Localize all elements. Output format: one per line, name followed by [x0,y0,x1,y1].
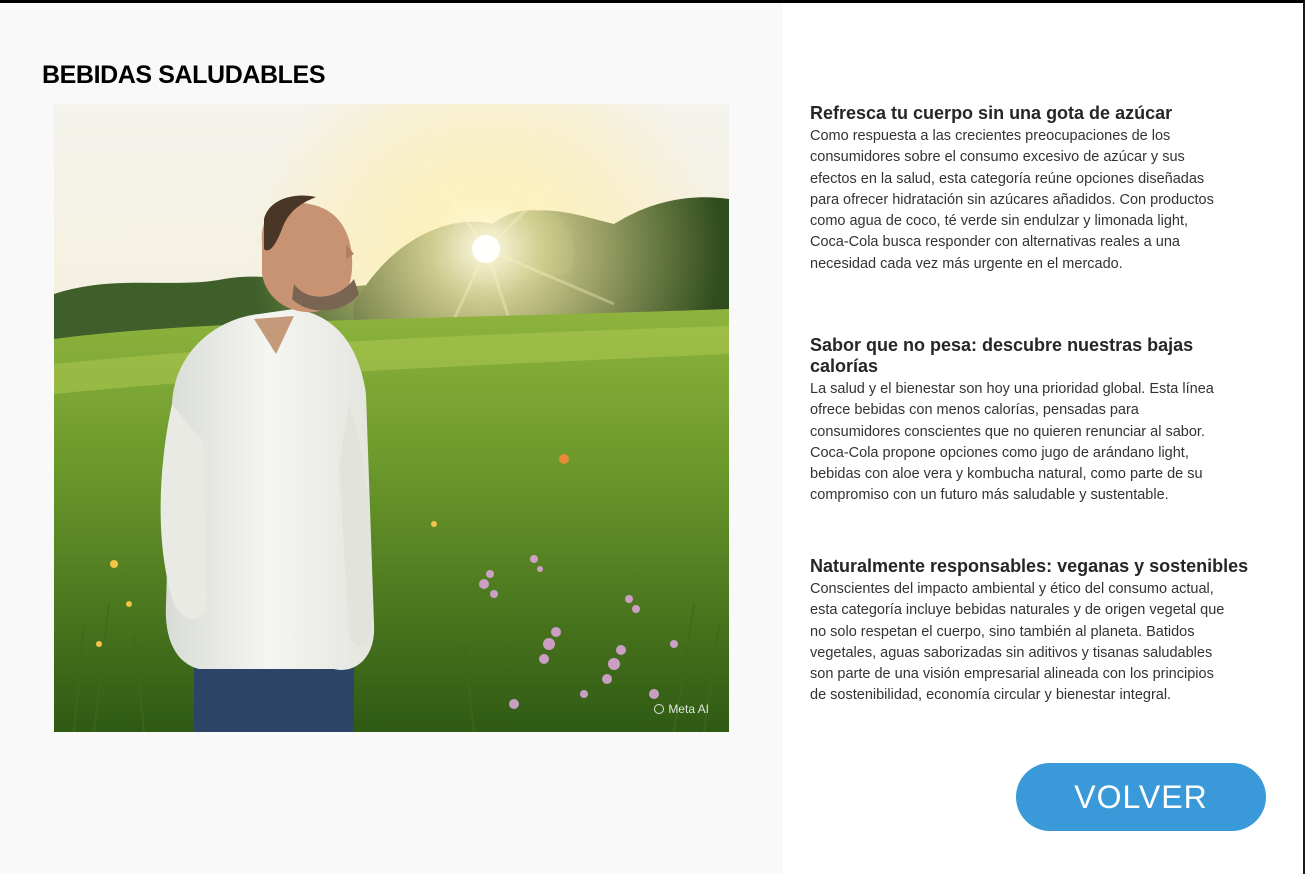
section-heading: Sabor que no pesa: descubre nuestras baj… [810,335,1194,376]
section-sin-azucar: Refresca tu cuerpo sin una gota de azúca… [810,103,1265,275]
meadow-photo [54,104,729,732]
hero-image: Meta AI [54,104,729,732]
meta-ai-icon [654,704,665,714]
section-body: Como respuesta a las crecientes preocupa… [810,128,1214,272]
section-body: Conscientes del impacto ambiental y étic… [810,581,1225,704]
section-veganas-sostenibles: Naturalmente responsables: veganas y sos… [810,556,1265,707]
watermark: Meta AI [654,702,709,716]
section-body: La salud y el bienestar son hoy una prio… [810,381,1214,504]
page: BEBIDAS SALUDABLES Meta AI Refresca tu c… [0,0,1305,874]
section-heading: Naturalmente responsables: veganas y sos… [810,556,1249,576]
left-panel: BEBIDAS SALUDABLES Meta AI [0,3,783,874]
page-title: BEBIDAS SALUDABLES [42,61,326,89]
section-heading: Refresca tu cuerpo sin una gota de azúca… [810,103,1173,123]
section-bajas-calorias: Sabor que no pesa: descubre nuestras baj… [810,335,1265,507]
back-button[interactable]: VOLVER [1016,763,1266,831]
watermark-text: Meta AI [668,702,709,716]
